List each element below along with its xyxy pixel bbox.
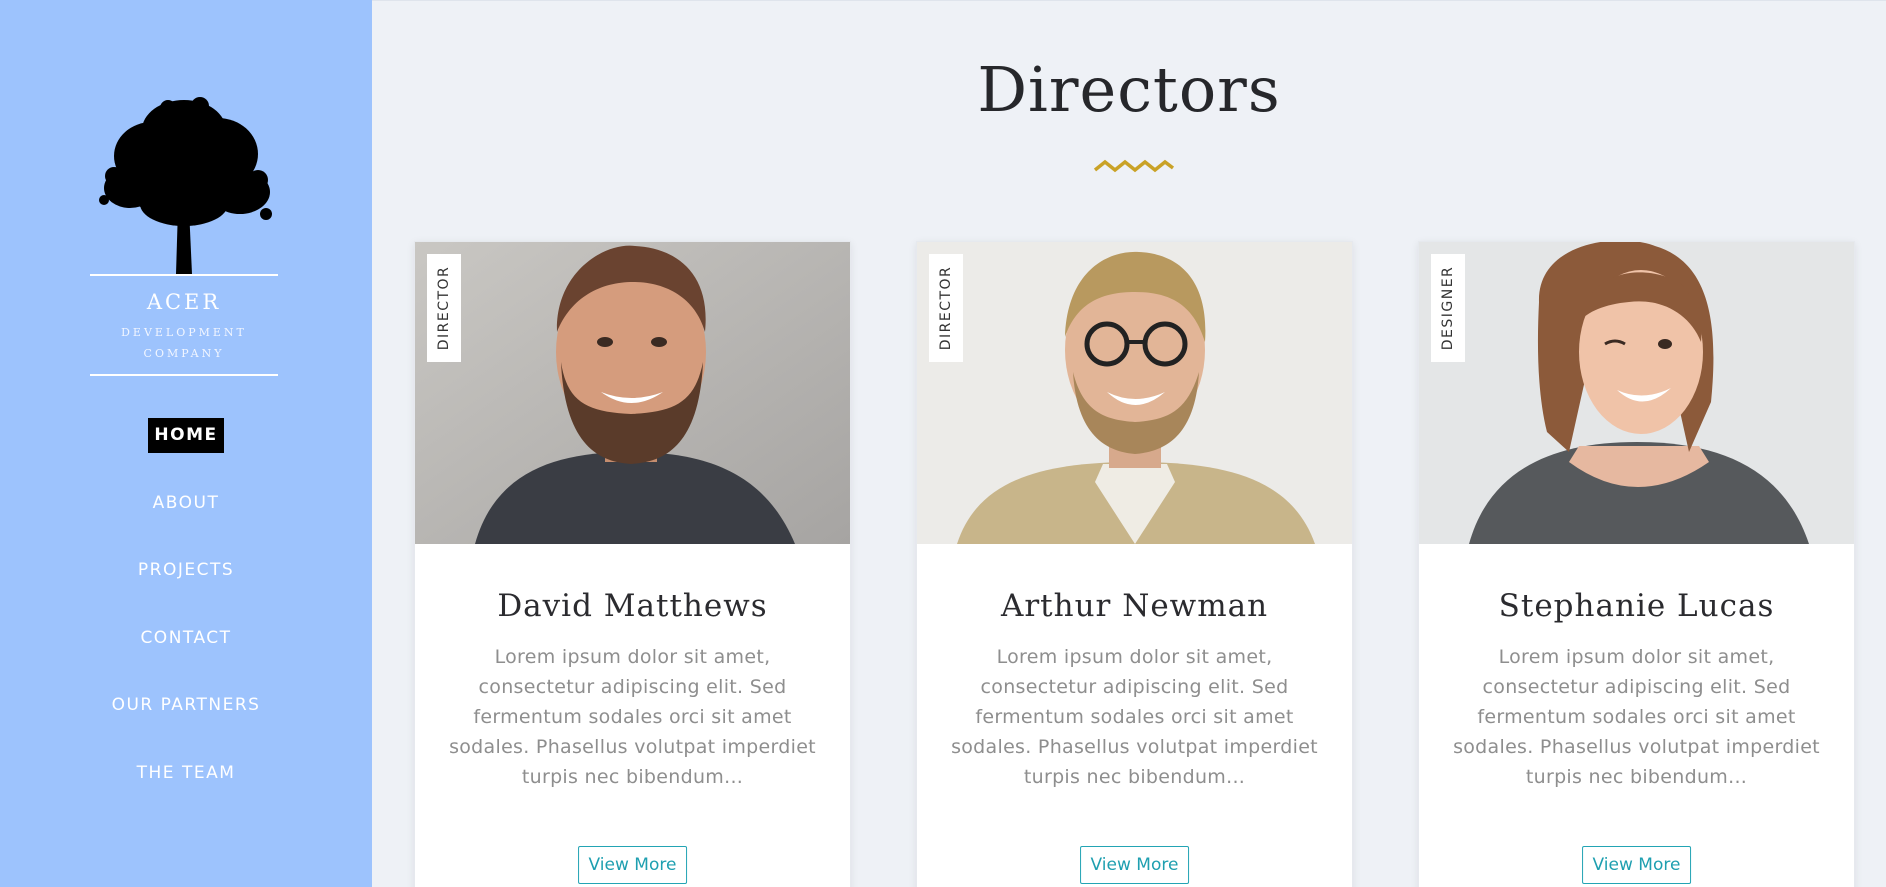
role-tag: DIRECTOR bbox=[427, 254, 461, 362]
zigzag-divider-icon bbox=[1093, 159, 1175, 173]
nav-item-home: HOME bbox=[0, 418, 372, 486]
logo-divider-bottom bbox=[90, 374, 278, 376]
view-more-button[interactable]: View More bbox=[1079, 846, 1190, 884]
role-tag-label: DIRECTOR bbox=[436, 265, 452, 351]
director-name: Arthur Newman bbox=[1000, 588, 1269, 624]
page-title: Directors bbox=[977, 53, 1281, 126]
director-bio: Lorem ipsum dolor sit amet, consectetur … bbox=[449, 646, 816, 788]
nav-link-contact[interactable]: CONTACT bbox=[134, 621, 237, 656]
nav-link-the-team[interactable]: THE TEAM bbox=[131, 756, 242, 791]
director-card-arthur-newman: DIRECTOR Arthur Newman Lorem ipsum dolor… bbox=[916, 241, 1353, 887]
role-tag-label: DESIGNER bbox=[1440, 265, 1456, 351]
brand-name: ACER bbox=[146, 290, 222, 314]
main-nav: HOME ABOUT PROJECTS CONTACT OUR PARTNERS… bbox=[0, 418, 372, 823]
nav-item-our-partners: OUR PARTNERS bbox=[0, 688, 372, 756]
portrait-photo: DESIGNER bbox=[1419, 242, 1854, 544]
view-more-button[interactable]: View More bbox=[1581, 846, 1692, 884]
portrait-photo: DIRECTOR bbox=[415, 242, 850, 544]
brand-tagline: DEVELOPMENT COMPANY bbox=[121, 326, 247, 360]
tree-icon bbox=[99, 97, 272, 274]
director-bio: Lorem ipsum dolor sit amet, consectetur … bbox=[1453, 646, 1820, 788]
role-tag: DESIGNER bbox=[1431, 254, 1465, 362]
nav-link-projects[interactable]: PROJECTS bbox=[132, 553, 240, 588]
role-tag: DIRECTOR bbox=[929, 254, 963, 362]
director-name: Stephanie Lucas bbox=[1498, 588, 1775, 624]
portrait-photo: DIRECTOR bbox=[917, 242, 1352, 544]
nav-item-contact: CONTACT bbox=[0, 621, 372, 689]
nav-item-the-team: THE TEAM bbox=[0, 756, 372, 824]
main-content: Directors DIRECTOR David Matthews Lorem … bbox=[372, 0, 1886, 887]
role-tag-label: DIRECTOR bbox=[938, 265, 954, 351]
sidebar: ACER DEVELOPMENT COMPANY HOME ABOUT PROJ… bbox=[0, 0, 372, 887]
nav-link-about[interactable]: ABOUT bbox=[147, 486, 226, 521]
nav-link-home[interactable]: HOME bbox=[148, 418, 224, 453]
page: ACER DEVELOPMENT COMPANY HOME ABOUT PROJ… bbox=[0, 0, 1886, 887]
director-name: David Matthews bbox=[497, 588, 768, 624]
director-bio: Lorem ipsum dolor sit amet, consectetur … bbox=[951, 646, 1318, 788]
nav-link-our-partners[interactable]: OUR PARTNERS bbox=[106, 688, 267, 723]
nav-item-about: ABOUT bbox=[0, 486, 372, 554]
logo-divider-top bbox=[90, 274, 278, 276]
director-card-david-matthews: DIRECTOR David Matthews Lorem ipsum dolo… bbox=[414, 241, 851, 887]
view-more-button[interactable]: View More bbox=[577, 846, 688, 884]
director-card-stephanie-lucas: DESIGNER Stephanie Lucas Lorem ipsum dol… bbox=[1418, 241, 1855, 887]
brand-logo[interactable]: ACER DEVELOPMENT COMPANY bbox=[90, 96, 278, 376]
nav-item-projects: PROJECTS bbox=[0, 553, 372, 621]
